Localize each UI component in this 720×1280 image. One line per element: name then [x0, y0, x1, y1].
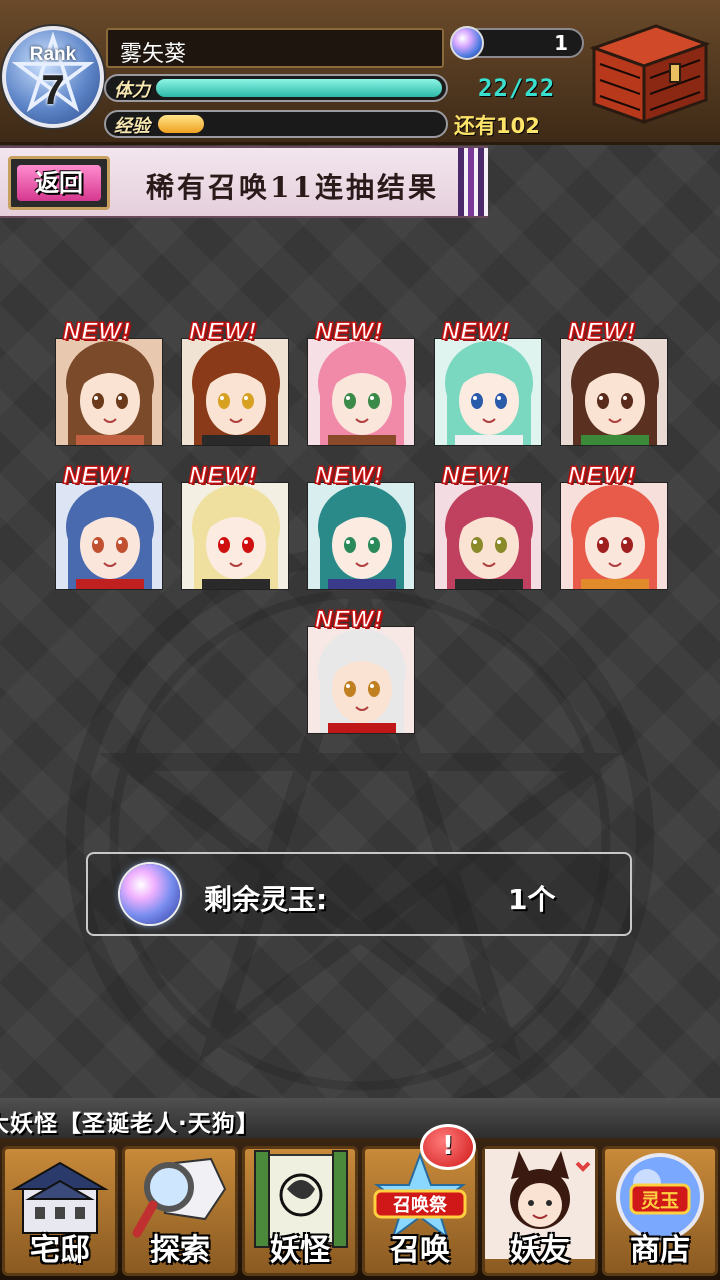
summon-alert-badge: !	[420, 1124, 476, 1170]
result-card[interactable]: NEW!	[55, 308, 163, 446]
character-portrait	[560, 338, 668, 446]
nav-friends-label: 妖友	[510, 1233, 570, 1268]
news-ticker[interactable]: 大妖怪【圣诞老人·天狗】	[0, 1098, 720, 1138]
spirit-orb-icon	[120, 864, 180, 924]
rank-label: Rank	[29, 44, 77, 65]
orb-count: 1	[554, 31, 568, 55]
exp-bar: 经验	[104, 110, 448, 138]
character-portrait	[181, 482, 289, 590]
orb-shop-sublabel: 灵玉	[641, 1190, 679, 1212]
nav-explore[interactable]: 探索	[122, 1146, 238, 1276]
result-card[interactable]: NEW!	[307, 452, 415, 590]
orb-counter[interactable]: 1	[450, 26, 584, 60]
rank-badge: Rank 7	[0, 22, 106, 132]
nav-summon-label: 召唤	[390, 1233, 450, 1268]
character-portrait	[560, 482, 668, 590]
nav-shop[interactable]: 灵玉 商店	[602, 1146, 718, 1276]
nav-mansion-label: 宅邸	[30, 1233, 90, 1268]
result-card[interactable]: NEW!	[181, 452, 289, 590]
new-badge: NEW!	[63, 318, 131, 346]
treasure-chest-icon[interactable]	[586, 18, 712, 130]
new-badge: NEW!	[315, 606, 383, 634]
new-badge: NEW!	[442, 318, 510, 346]
character-portrait	[434, 338, 542, 446]
character-portrait	[307, 626, 415, 734]
new-badge: NEW!	[315, 462, 383, 490]
summon-results-grid: NEW! NEW! NEW! NEW! NEW! NEW! NEW! NEW! NEW! NEW!…	[0, 300, 720, 760]
ticker-text: 大妖怪【圣诞老人·天狗】	[0, 1111, 260, 1137]
player-name: 雾矢葵	[120, 42, 187, 67]
stamina-label: 体力	[114, 80, 150, 101]
stamina-bar: 体力	[104, 74, 448, 102]
nav-explore-label: 探索	[150, 1233, 210, 1268]
rank-value: 7	[41, 66, 65, 113]
result-card[interactable]: NEW!	[434, 308, 542, 446]
back-button-label: 返回	[17, 165, 101, 201]
result-card[interactable]: NEW!	[307, 596, 415, 734]
character-portrait	[307, 482, 415, 590]
exp-fill	[158, 115, 204, 133]
new-badge: NEW!	[568, 318, 636, 346]
bottom-nav: 宅邸 探索 妖怪 召唤祭 召唤 妖友 灵玉 商店	[0, 1138, 720, 1280]
stamina-fill	[156, 79, 442, 97]
exp-label: 经验	[114, 116, 150, 137]
exp-remaining: 还有102	[454, 114, 540, 138]
player-name-box: 雾矢葵	[106, 28, 444, 68]
stamina-value: 22/22	[478, 74, 556, 102]
character-portrait	[307, 338, 415, 446]
character-portrait	[55, 482, 163, 590]
new-badge: NEW!	[315, 318, 383, 346]
back-button[interactable]: 返回	[8, 156, 110, 210]
remaining-orbs-value: 1个	[508, 883, 556, 916]
new-badge: NEW!	[63, 462, 131, 490]
result-card[interactable]: NEW!	[560, 452, 668, 590]
result-card[interactable]: NEW!	[307, 308, 415, 446]
summon-festival-sublabel: 召唤祭	[393, 1194, 448, 1216]
new-badge: NEW!	[189, 318, 257, 346]
status-bar: Rank 7 雾矢葵 体力 22/22 经验 还有102 1	[0, 0, 720, 145]
new-badge: NEW!	[189, 462, 257, 490]
page-banner: 返回 稀有召唤11连抽结果	[0, 146, 488, 218]
character-portrait	[434, 482, 542, 590]
nav-mansion[interactable]: 宅邸	[2, 1146, 118, 1276]
new-badge: NEW!	[568, 462, 636, 490]
remaining-orbs-panel: 剩余灵玉: 1个	[86, 852, 632, 936]
result-card[interactable]: NEW!	[434, 452, 542, 590]
remaining-orbs-label: 剩余灵玉:	[204, 883, 328, 916]
character-portrait	[181, 338, 289, 446]
nav-shop-label: 商店	[630, 1233, 690, 1268]
result-card[interactable]: NEW!	[55, 452, 163, 590]
new-badge: NEW!	[442, 462, 510, 490]
character-portrait	[55, 338, 163, 446]
page-title: 稀有召唤11连抽结果	[146, 171, 439, 204]
result-card[interactable]: NEW!	[560, 308, 668, 446]
nav-yokai[interactable]: 妖怪	[242, 1146, 358, 1276]
nav-friends[interactable]: 妖友	[482, 1146, 598, 1276]
nav-yokai-label: 妖怪	[270, 1233, 330, 1268]
result-card[interactable]: NEW!	[181, 308, 289, 446]
spirit-orb-icon	[450, 26, 484, 60]
